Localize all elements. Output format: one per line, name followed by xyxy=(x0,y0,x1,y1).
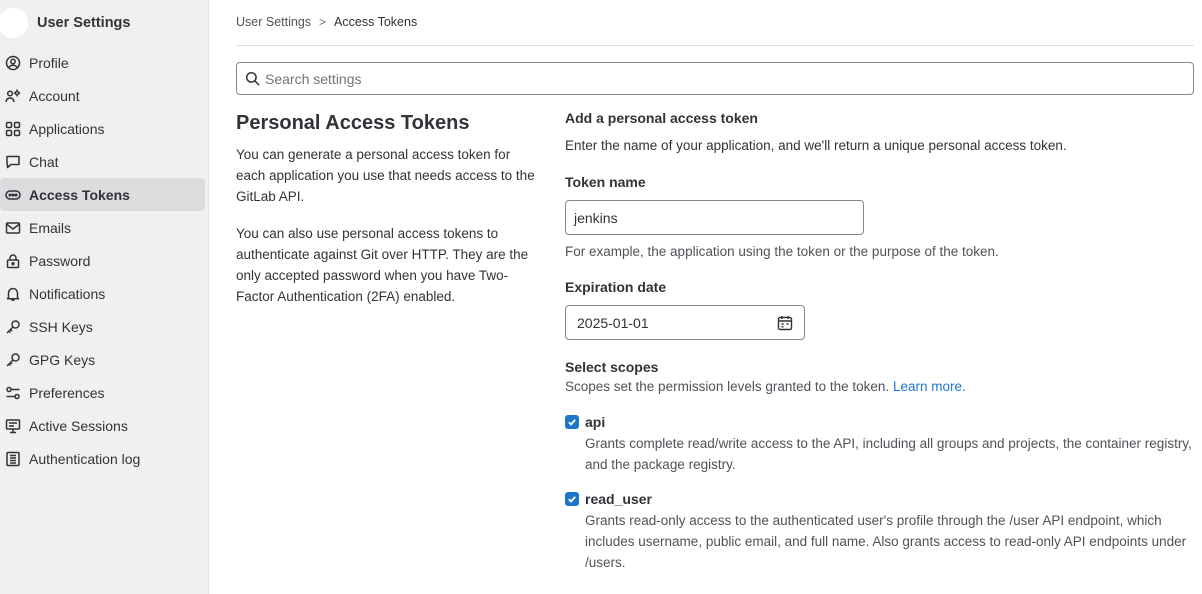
profile-icon xyxy=(4,54,22,72)
expiration-date-field[interactable]: 2025-01-01 xyxy=(565,305,805,340)
scope-api-checkbox[interactable] xyxy=(565,415,579,429)
search-icon xyxy=(245,71,265,86)
sidebar-item-label: Notifications xyxy=(29,285,106,302)
scope-description: Grants read-only access to the authentic… xyxy=(585,513,1187,570)
sidebar-item-emails[interactable]: Emails xyxy=(0,211,205,244)
sidebar-item-chat[interactable]: Chat xyxy=(0,145,205,178)
sidebar-item-label: Password xyxy=(29,252,91,269)
token-name-label: Token name xyxy=(565,174,646,190)
sidebar-item-label: Authentication log xyxy=(29,450,141,467)
mail-icon xyxy=(4,219,22,237)
sidebar-item-applications[interactable]: Applications xyxy=(0,112,205,145)
scopes-help-text: Scopes set the permission levels granted… xyxy=(565,379,890,394)
scope-read-user: read_user Grants read-only access to the… xyxy=(565,491,1194,573)
intro-paragraph: You can also use personal access tokens … xyxy=(236,226,529,304)
sidebar-item-ssh-keys[interactable]: SSH Keys xyxy=(0,310,205,343)
scope-name[interactable]: read_user xyxy=(585,491,1194,507)
scope-read-user-checkbox[interactable] xyxy=(565,492,579,506)
log-icon xyxy=(4,450,22,468)
breadcrumb-separator: > xyxy=(319,15,327,29)
sidebar-item-label: Preferences xyxy=(29,384,105,401)
sidebar: User Settings Profile Account Applicatio… xyxy=(0,0,209,594)
calendar-icon[interactable] xyxy=(777,315,793,331)
expiration-date-label: Expiration date xyxy=(565,279,667,295)
token-name-help: For example, the application using the t… xyxy=(565,244,999,259)
scopes-label: Select scopes xyxy=(565,359,659,375)
sidebar-item-label: Applications xyxy=(29,120,105,137)
breadcrumb-current: Access Tokens xyxy=(334,15,418,29)
avatar[interactable] xyxy=(0,8,28,38)
bell-icon xyxy=(4,285,22,303)
lock-icon xyxy=(4,252,22,270)
sidebar-item-access-tokens[interactable]: Access Tokens xyxy=(0,178,205,211)
token-name-field[interactable]: jenkins xyxy=(565,200,864,235)
scope-api: api Grants complete read/write access to… xyxy=(565,414,1194,475)
sidebar-header: User Settings xyxy=(0,8,209,38)
sidebar-item-label: SSH Keys xyxy=(29,318,93,335)
sidebar-item-profile[interactable]: Profile xyxy=(0,46,205,79)
sidebar-item-preferences[interactable]: Preferences xyxy=(0,376,205,409)
token-name-value: jenkins xyxy=(574,209,618,226)
preferences-icon xyxy=(4,384,22,402)
intro-paragraph: You can generate a personal access token… xyxy=(236,147,535,204)
learn-more-link[interactable]: Learn more. xyxy=(893,379,966,394)
breadcrumb: User Settings > Access Tokens xyxy=(236,15,417,29)
divider xyxy=(236,45,1194,46)
sidebar-item-label: Access Tokens xyxy=(29,186,130,203)
token-icon xyxy=(4,186,22,204)
monitor-icon xyxy=(4,417,22,435)
search-input[interactable] xyxy=(265,70,1165,87)
sidebar-item-label: Emails xyxy=(29,219,72,236)
scopes-help: Scopes set the permission levels granted… xyxy=(565,379,1194,394)
chat-icon xyxy=(4,153,22,171)
scope-name[interactable]: api xyxy=(585,414,1194,430)
key-icon xyxy=(4,351,22,369)
sidebar-item-label: Account xyxy=(29,87,80,104)
form-title: Add a personal access token xyxy=(565,110,758,126)
sidebar-item-gpg-keys[interactable]: GPG Keys xyxy=(0,343,205,376)
token-form: Add a personal access token Enter the na… xyxy=(565,110,1194,573)
scope-description: Grants complete read/write access to the… xyxy=(585,436,1192,472)
sidebar-item-password[interactable]: Password xyxy=(0,244,205,277)
search-box[interactable] xyxy=(236,62,1194,95)
sidebar-nav: Profile Account Applications Chat Access… xyxy=(0,46,209,475)
sidebar-title: User Settings xyxy=(37,15,131,31)
key-icon xyxy=(4,318,22,336)
breadcrumb-parent[interactable]: User Settings xyxy=(236,15,311,29)
applications-icon xyxy=(4,120,22,138)
sidebar-item-label: Profile xyxy=(29,54,69,71)
sidebar-item-authentication-log[interactable]: Authentication log xyxy=(0,442,205,475)
sidebar-item-label: Active Sessions xyxy=(29,417,128,434)
expiration-date-value: 2025-01-01 xyxy=(577,314,649,331)
sidebar-item-account[interactable]: Account xyxy=(0,79,205,112)
account-icon xyxy=(4,87,22,105)
intro-section: Personal Access Tokens You can generate … xyxy=(236,112,536,323)
sidebar-item-label: Chat xyxy=(29,153,59,170)
sidebar-item-label: GPG Keys xyxy=(29,351,96,368)
sidebar-item-active-sessions[interactable]: Active Sessions xyxy=(0,409,205,442)
page-title: Personal Access Tokens xyxy=(236,112,470,134)
sidebar-item-notifications[interactable]: Notifications xyxy=(0,277,205,310)
form-description: Enter the name of your application, and … xyxy=(565,138,1067,153)
